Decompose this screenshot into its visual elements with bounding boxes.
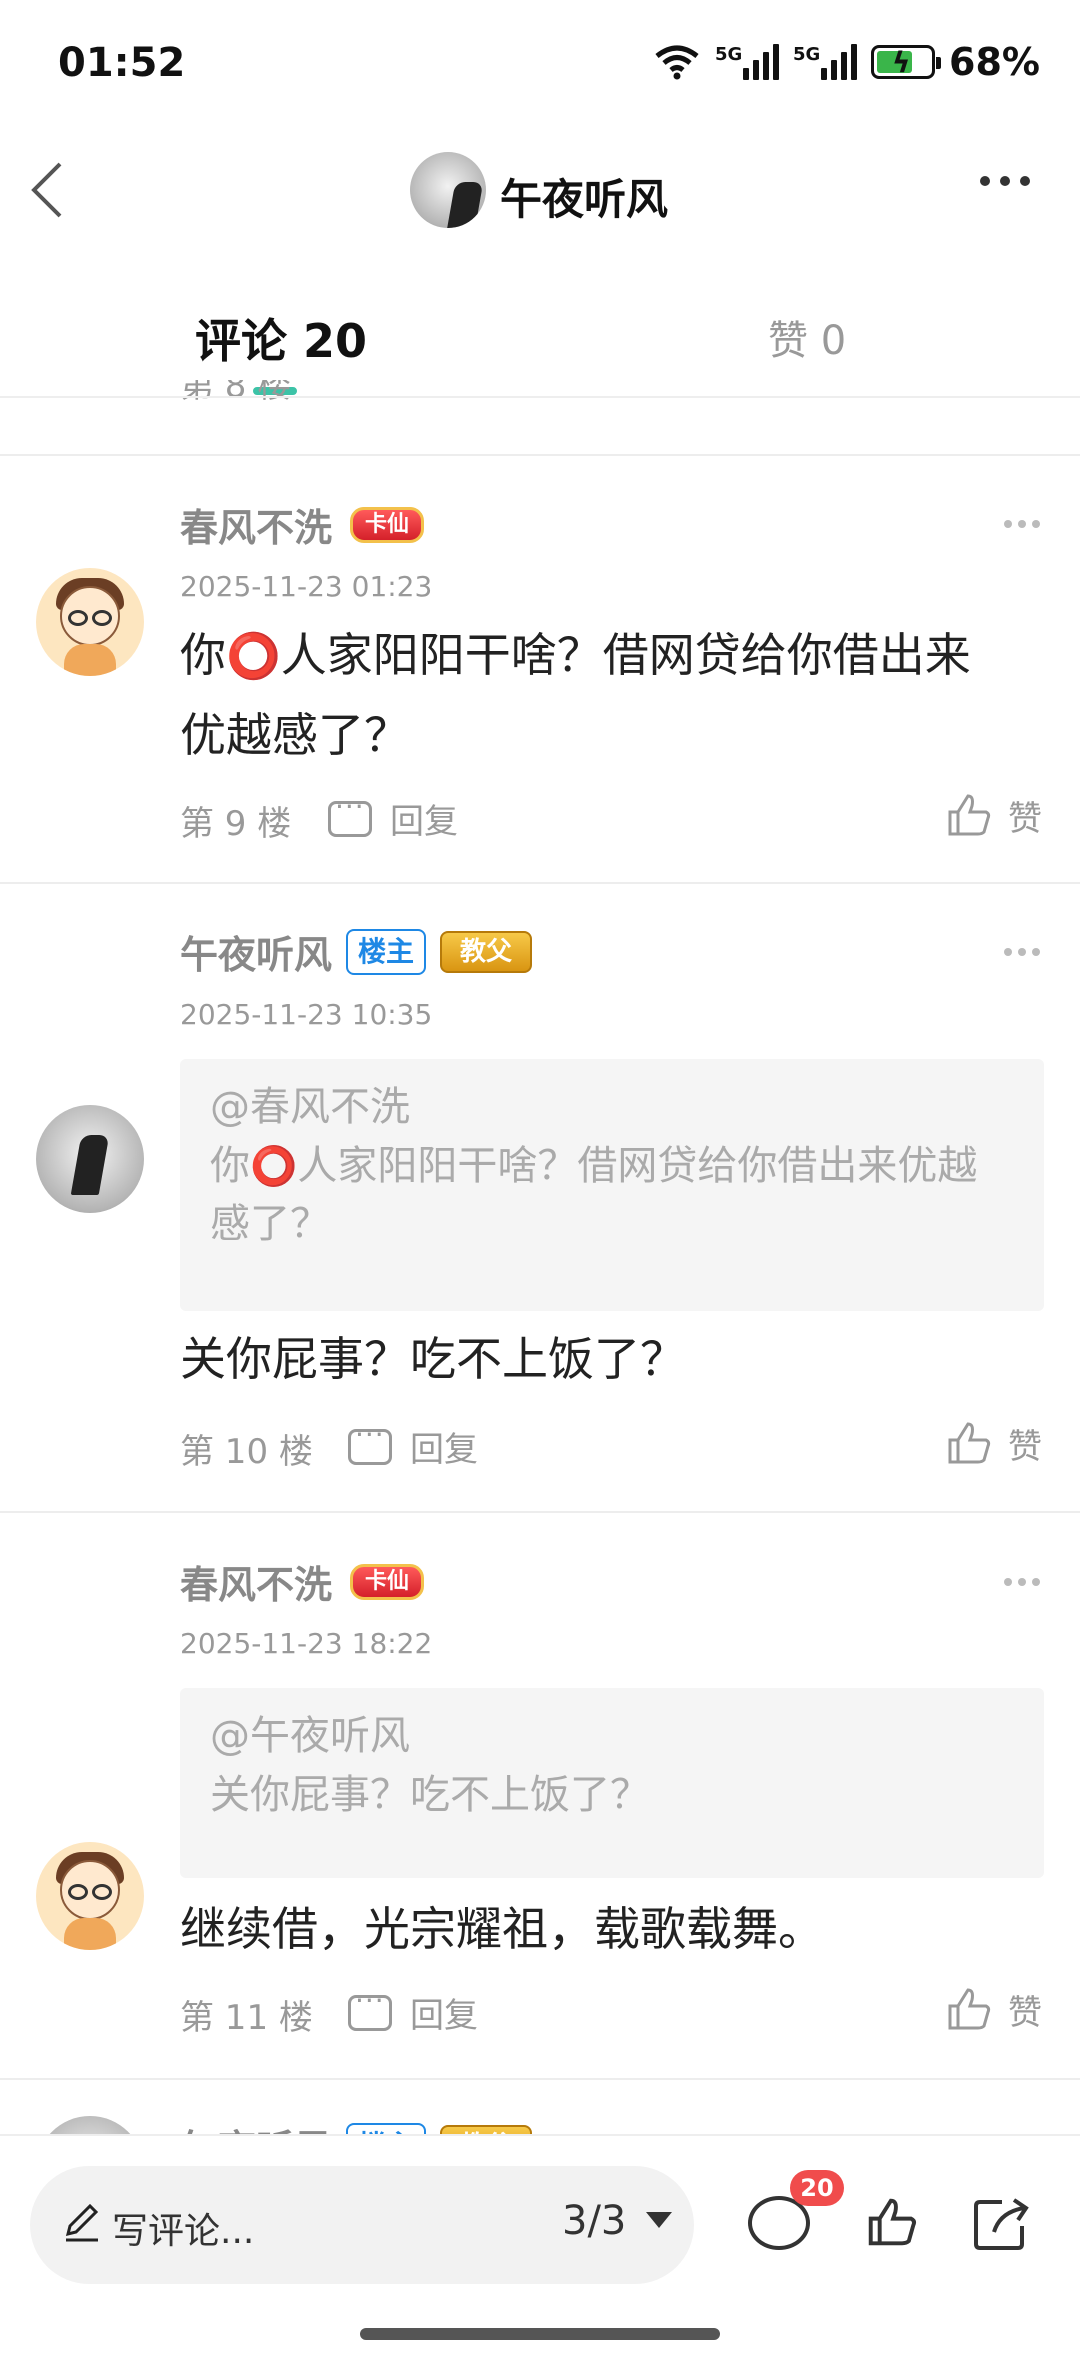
content-part: 优越感了？ — [180, 708, 410, 762]
write-comment-placeholder[interactable]: 写评论... — [112, 2202, 254, 2254]
like-button[interactable]: 赞 — [944, 790, 1042, 840]
user-name[interactable]: 午夜听风 — [180, 924, 332, 979]
like-icon — [948, 794, 991, 836]
level-badge: 教父 — [440, 2124, 533, 2134]
quote-part: 感了？ — [210, 1201, 330, 1247]
header-divider — [0, 396, 1080, 398]
quote-part: 人家阳阳干啥？借网贷给你借出来优越 — [297, 1143, 978, 1189]
back-icon[interactable] — [28, 160, 68, 220]
level-badge: 卡仙 — [350, 1563, 425, 1600]
level-badge: 卡仙 — [350, 506, 425, 543]
battery-level: 68% — [949, 40, 1040, 84]
quote-text: 关你屁事？吃不上饭了？ — [210, 1772, 650, 1818]
comment-time: 2025-11-23 01:23 — [180, 570, 433, 603]
battery-icon: ϟ — [871, 45, 942, 79]
reply-icon — [328, 790, 372, 837]
comment-header: 午夜听风 楼主 教父 — [180, 2118, 533, 2134]
quoted-comment[interactable]: @春风不洗 你⭕人家阳阳干啥？借网贷给你借出来优越 感了？ — [180, 1059, 1044, 1311]
quote-mention[interactable]: @午夜听风 — [210, 1706, 1014, 1766]
red-circle-emoji: ⭕ — [226, 631, 281, 682]
network-type: 5G — [715, 44, 743, 65]
user-name[interactable]: 春风不洗 — [180, 497, 332, 552]
author-avatar[interactable] — [410, 152, 486, 228]
share-icon[interactable] — [972, 2196, 1032, 2252]
floor-label: 第 9 楼 — [180, 804, 292, 844]
page-title: 午夜听风 — [500, 175, 669, 224]
like-icon — [948, 1422, 991, 1464]
host-badge: 楼主 — [346, 2122, 427, 2134]
content-part: 你 — [180, 628, 226, 682]
page-indicator[interactable]: 3/3 — [562, 2198, 626, 2244]
status-time: 01:52 — [58, 40, 186, 86]
comment-time: 2025-11-23 10:35 — [180, 998, 433, 1031]
signal-icon: 5G — [715, 44, 780, 80]
tab-comments[interactable]: 评论 20 — [195, 305, 367, 371]
comment-time: 2025-11-23 18:22 — [180, 1627, 433, 1660]
like-label: 赞 — [1008, 798, 1042, 839]
reply-button[interactable]: 回复 — [348, 1418, 478, 1471]
comment-header: 午夜听风 楼主 教父 — [180, 924, 533, 979]
floor-label: 第 8 楼 — [180, 380, 292, 402]
quote-part: 你 — [210, 1143, 250, 1189]
floor-label: 第 10 楼 — [180, 1432, 313, 1472]
comment-content: 继续借，光宗耀祖，载歌载舞。 — [180, 1902, 824, 1956]
more-icon[interactable] — [980, 176, 1030, 186]
divider — [0, 454, 1080, 456]
clipped-row: 第 8 楼 — [0, 380, 1080, 402]
like-icon — [948, 1988, 991, 2030]
comment-header: 春风不洗 卡仙 — [180, 497, 425, 552]
reply-label: 回复 — [410, 1430, 478, 1470]
reply-label: 回复 — [410, 1996, 478, 2036]
divider — [0, 1511, 1080, 1513]
reply-button[interactable]: 回复 — [328, 790, 458, 843]
avatar[interactable] — [36, 1842, 144, 1950]
reply-icon — [348, 1418, 392, 1465]
reply-label: 回复 — [390, 802, 458, 842]
host-badge: 楼主 — [346, 928, 427, 975]
like-icon[interactable] — [864, 2194, 920, 2250]
reply-button[interactable]: 回复 — [348, 1984, 478, 2037]
wifi-icon — [655, 45, 699, 80]
like-button[interactable]: 赞 — [944, 1418, 1042, 1468]
like-label: 赞 — [1008, 1992, 1042, 2033]
quote-text: 你⭕人家阳阳干啥？借网贷给你借出来优越 感了？ — [210, 1137, 1014, 1253]
user-name[interactable]: 春风不洗 — [180, 1554, 332, 1609]
content-part: 人家阳阳干啥？借网贷给你借出来 — [280, 628, 971, 682]
quoted-comment[interactable]: @午夜听风 关你屁事？吃不上饭了？ — [180, 1688, 1044, 1878]
comment-more-icon[interactable] — [1004, 1578, 1040, 1586]
comment-content: 关你屁事？吃不上饭了？ — [180, 1332, 686, 1386]
floor-label: 第 11 楼 — [180, 1998, 313, 2038]
home-indicator[interactable] — [360, 2328, 720, 2340]
status-icons: 5G 5G ϟ 68% — [653, 40, 1040, 84]
divider — [0, 882, 1080, 884]
reply-icon — [348, 1984, 392, 2031]
quote-mention[interactable]: @春风不洗 — [210, 1077, 1014, 1137]
avatar[interactable] — [36, 568, 144, 676]
avatar[interactable] — [36, 2116, 144, 2134]
level-badge: 教父 — [440, 930, 533, 973]
signal-icon-2: 5G — [793, 44, 858, 80]
comment-content: 你⭕人家阳阳干啥？借网贷给你借出来 优越感了？ — [180, 616, 1040, 774]
red-circle-emoji: ⭕ — [250, 1144, 298, 1188]
network-type-2: 5G — [793, 44, 821, 65]
divider — [0, 2078, 1080, 2080]
avatar[interactable] — [36, 1105, 144, 1213]
clipped-comment: 午夜听风 楼主 教父 — [0, 2110, 1080, 2134]
comment-header: 春风不洗 卡仙 — [180, 1554, 425, 1609]
like-button[interactable]: 赞 — [944, 1984, 1042, 2034]
tab-likes[interactable]: 赞 0 — [768, 308, 846, 366]
comment-more-icon[interactable] — [1004, 948, 1040, 956]
chevron-down-icon[interactable] — [646, 2212, 672, 2228]
user-name[interactable]: 午夜听风 — [180, 2118, 332, 2134]
comment-more-icon[interactable] — [1004, 520, 1040, 528]
pencil-icon — [65, 2203, 99, 2242]
like-label: 赞 — [1008, 1426, 1042, 1467]
comment-count-badge: 20 — [790, 2170, 844, 2206]
